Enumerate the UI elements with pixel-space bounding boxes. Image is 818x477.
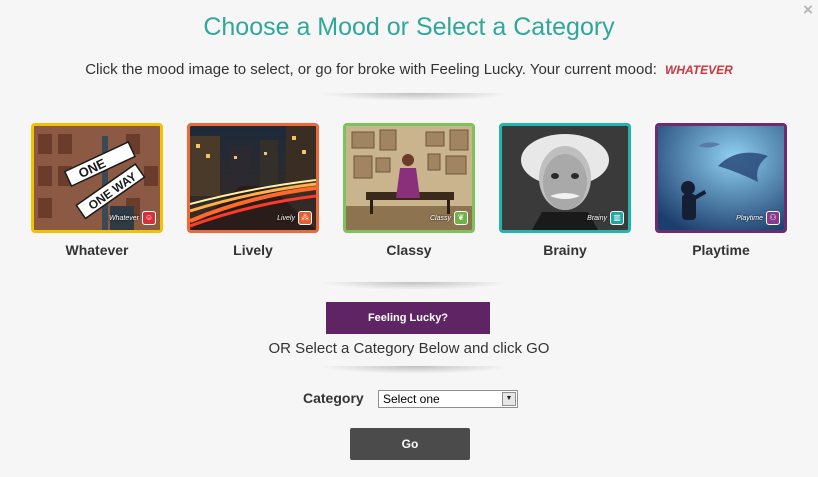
chevron-down-icon[interactable]: ▼ (502, 392, 516, 406)
category-label: Category (303, 390, 364, 406)
mood-classy-label[interactable]: Classy (343, 242, 475, 258)
smiley-icon: ☺ (142, 211, 156, 225)
mood-lively-label[interactable]: Lively (187, 242, 319, 258)
leaf-icon: ❦ (454, 211, 468, 225)
mood-classy-badge-text: Classy (429, 214, 451, 222)
category-select[interactable]: Select one ▼ (378, 390, 518, 408)
mood-brainy-badge-text: Brainy (587, 214, 607, 222)
book-icon: ▥ (610, 211, 624, 225)
mood-playtime-badge-text: Playtime (736, 214, 763, 222)
mood-brainy-label[interactable]: Brainy (499, 242, 631, 258)
mood-lively-image[interactable]: Lively ⁂ (187, 123, 319, 233)
mood-whatever-label[interactable]: Whatever (31, 242, 163, 258)
page-title: Choose a Mood or Select a Category (203, 13, 615, 41)
category-select-value: Select one (383, 392, 440, 406)
mood-lively-badge: Lively ⁂ (277, 211, 312, 225)
mood-brainy-image[interactable]: Brainy ▥ (499, 123, 631, 233)
mood-playtime-label[interactable]: Playtime (655, 242, 787, 258)
mood-whatever-badge-text: Whatever (109, 214, 139, 222)
mood-brainy[interactable]: Brainy ▥ Brainy (499, 123, 631, 258)
current-mood-value: WHATEVER (665, 63, 733, 77)
mood-playtime[interactable]: Playtime ⚇ Playtime (655, 123, 787, 258)
mood-playtime-badge: Playtime ⚇ (736, 211, 780, 225)
mood-classy[interactable]: Classy ❦ Classy (343, 123, 475, 258)
divider-bottom (320, 366, 510, 374)
mood-classy-image[interactable]: Classy ❦ (343, 123, 475, 233)
divider-middle (320, 282, 510, 290)
mood-lively[interactable]: Lively ⁂ Lively (187, 123, 319, 258)
dots-icon: ⁂ (298, 211, 312, 225)
mood-classy-badge: Classy ❦ (430, 211, 468, 225)
mood-brainy-badge: Brainy ▥ (587, 211, 624, 225)
people-icon: ⚇ (766, 211, 780, 225)
mood-whatever-image[interactable]: ONE ONE WAY Whatever ☺ (31, 123, 163, 233)
mood-whatever-badge: Whatever ☺ (109, 211, 156, 225)
mood-playtime-image[interactable]: Playtime ⚇ (655, 123, 787, 233)
feeling-lucky-button[interactable]: Feeling Lucky? (326, 302, 490, 334)
divider-top (320, 93, 510, 101)
go-button[interactable]: Go (350, 428, 470, 460)
instructions: Click the mood image to select, or go fo… (0, 61, 818, 79)
instructions-text: Click the mood image to select, or go fo… (85, 61, 657, 78)
category-instructions: OR Select a Category Below and click GO (268, 340, 550, 357)
mood-whatever[interactable]: ONE ONE WAY Whatever ☺ Whatever (31, 123, 163, 258)
mood-lively-badge-text: Lively (277, 214, 295, 222)
